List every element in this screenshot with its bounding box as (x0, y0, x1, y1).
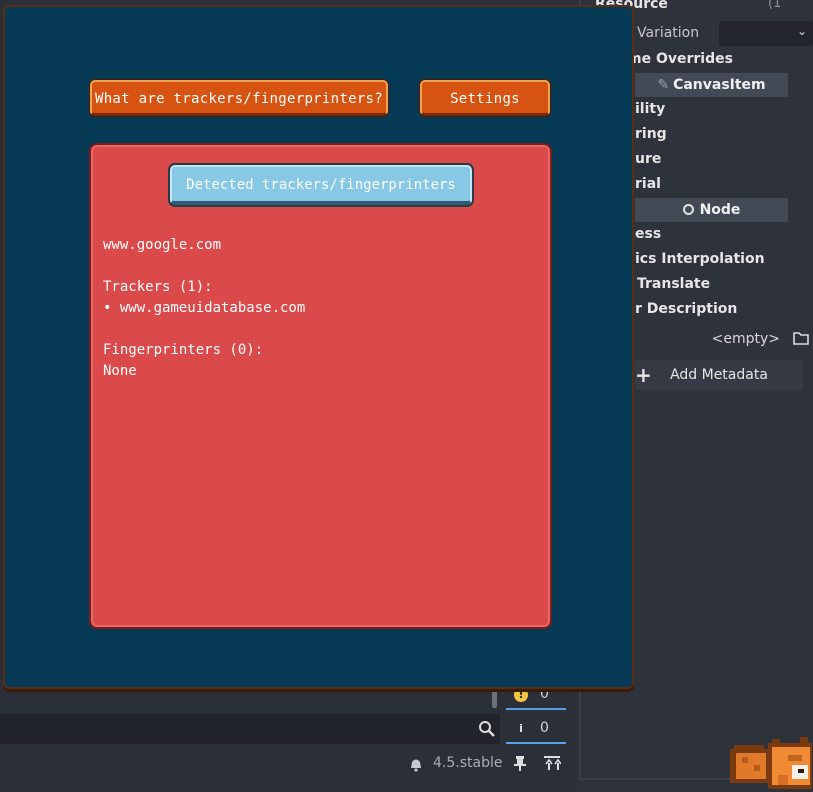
tracker-item: • www.gameuidatabase.com (103, 300, 306, 316)
inspector-row[interactable]: r Description (635, 297, 737, 321)
variation-label: Variation (637, 25, 700, 41)
filter-input[interactable] (0, 714, 500, 744)
tracker-report: www.google.com Trackers (1): • www.gameu… (103, 235, 533, 382)
section-label: CanvasItem (673, 77, 766, 93)
expand-panel-icon[interactable] (543, 755, 561, 771)
inspector-row[interactable]: ility (635, 97, 665, 121)
variation-select[interactable]: ⌄ (719, 21, 813, 46)
search-icon (479, 721, 495, 737)
section-label: Node (699, 202, 741, 218)
fingerprinters-heading: Fingerprinters (0): (103, 342, 264, 358)
tracker-dialog-window: What are trackers/fingerprinters? Settin… (3, 5, 634, 689)
inspector-row[interactable]: ics Interpolation (635, 247, 765, 271)
fingerprinters-value: None (103, 363, 137, 379)
node-circle-icon (682, 204, 694, 215)
settings-button[interactable]: Settings (420, 80, 550, 116)
add-metadata-button[interactable]: + Add Metadata (635, 360, 803, 390)
detected-trackers-panel: Detected trackers/fingerprinters www.goo… (89, 143, 552, 629)
bottom-panel: ! 0 i 0 4.5.stable (0, 686, 575, 792)
pencil-icon: ✎ (657, 77, 670, 93)
warning-icon: ! (514, 688, 528, 702)
add-metadata-label: Add Metadata (670, 367, 768, 383)
fox-mascot-icon (730, 737, 812, 789)
plus-icon: + (635, 363, 652, 387)
bell-icon[interactable] (408, 756, 424, 772)
info-icon: i (519, 722, 523, 735)
status-bar: 4.5.stable (0, 746, 575, 786)
folder-icon[interactable] (793, 331, 809, 345)
panel-title: Detected trackers/fingerprinters (170, 165, 472, 205)
chevron-down-icon: ⌄ (796, 24, 807, 38)
version-label: 4.5.stable (433, 755, 503, 771)
section-canvasitem[interactable]: ✎ CanvasItem (635, 73, 788, 97)
inspector-row[interactable]: ring (635, 122, 667, 146)
inspector-row[interactable]: Translate (637, 272, 710, 296)
resource-value-field[interactable]: <empty> (635, 327, 790, 351)
inspector-row[interactable]: me Overrides (627, 47, 733, 71)
inspector-row[interactable]: rial (635, 172, 661, 196)
section-node[interactable]: Node (635, 198, 788, 222)
inspector-row[interactable]: ure (635, 147, 661, 171)
pin-icon[interactable] (512, 755, 528, 771)
site-domain: www.google.com (103, 237, 222, 253)
scrollbar[interactable] (492, 690, 497, 708)
inspector-row[interactable]: ess (635, 222, 661, 246)
trackers-heading: Trackers (1): (103, 279, 213, 295)
info-filter-button[interactable]: i 0 (506, 714, 566, 744)
info-count: 0 (540, 720, 549, 736)
what-are-trackers-button[interactable]: What are trackers/fingerprinters? (90, 80, 388, 116)
